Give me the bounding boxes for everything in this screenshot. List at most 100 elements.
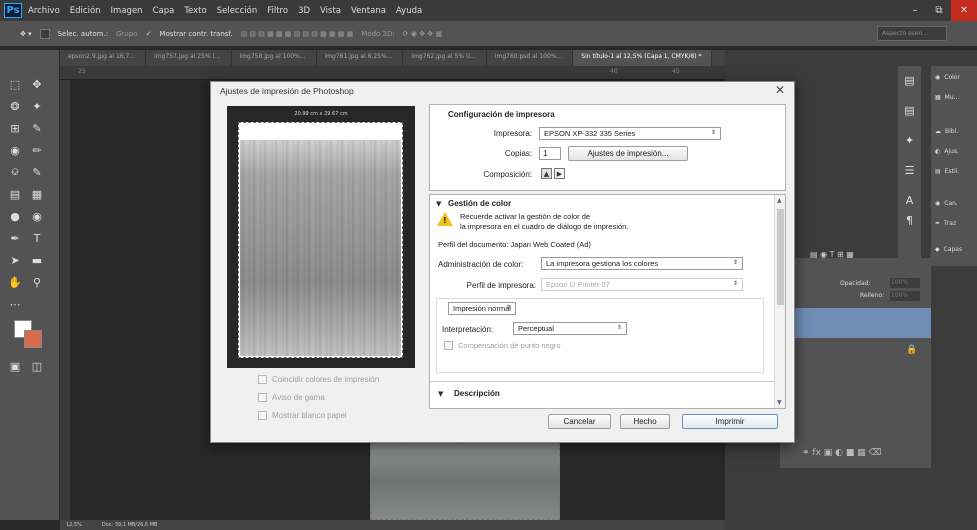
eraser-tool-icon[interactable]: ▤	[4, 184, 26, 204]
restore-button[interactable]: ⧉	[927, 0, 951, 21]
zoom-tool-icon[interactable]: ⚲	[26, 272, 48, 292]
healing-brush-icon[interactable]: ◉	[4, 140, 26, 160]
scroll-down-icon[interactable]: ▼	[777, 399, 782, 406]
menu-seleccion[interactable]: Selección	[217, 6, 258, 16]
match-colors-checkbox[interactable]	[258, 375, 267, 384]
menu-3d[interactable]: 3D	[298, 6, 310, 16]
print-button[interactable]: Imprimir	[682, 414, 778, 429]
auto-select-checkbox[interactable]	[39, 28, 50, 39]
panel-adjustments[interactable]: ◐ Ajus.	[935, 148, 959, 155]
workspace-search-input[interactable]: Aspecto esen...	[877, 26, 947, 41]
color-handling-select[interactable]: La impresora gestiona los colores ⇕	[541, 257, 743, 270]
doc-tab[interactable]: epson2.9.jpg al 16,7...	[60, 50, 147, 66]
paragraph-icon[interactable]: ¶	[898, 210, 921, 230]
path-selection-icon[interactable]: ➤	[4, 250, 26, 270]
3d-tools-icon[interactable]: ⟳ ◉ ✥ ✥ ▦	[403, 30, 442, 38]
cancel-button[interactable]: Cancelar	[548, 414, 611, 429]
quick-mask-icon[interactable]: ▣	[4, 356, 26, 376]
more-tools-icon[interactable]: ⋯	[4, 294, 26, 314]
move-tool-icon[interactable]: ✥	[26, 74, 48, 94]
magic-wand-icon[interactable]: ✦	[26, 96, 48, 116]
menu-texto[interactable]: Texto	[184, 6, 206, 16]
lasso-tool-icon[interactable]: ❂	[4, 96, 26, 116]
paper-white-option[interactable]: Mostrar blanco papel	[258, 411, 347, 420]
background-color-swatch[interactable]	[24, 330, 42, 348]
show-transform-checkbox-icon[interactable]: ✓	[146, 30, 152, 38]
done-button[interactable]: Hecho	[620, 414, 670, 429]
properties-icon[interactable]: ▤	[898, 100, 921, 120]
menu-ayuda[interactable]: Ayuda	[396, 6, 422, 16]
marquee-tool-icon[interactable]: ⬚	[4, 74, 26, 94]
blur-tool-icon[interactable]: ●	[4, 206, 26, 226]
print-settings-button[interactable]: Ajustes de impresión...	[568, 146, 688, 161]
menu-edicion[interactable]: Edición	[70, 6, 101, 16]
stamp-tool-icon[interactable]: ⎉	[4, 162, 26, 182]
screen-mode-icon[interactable]: ◫	[26, 356, 48, 376]
portrait-layout-icon[interactable]: ▲	[541, 168, 552, 179]
doc-tab[interactable]: img760.psd al 100%...	[487, 50, 574, 66]
panel-libraries[interactable]: ☁ Bibl.	[935, 128, 958, 135]
move-tool-icon[interactable]: ✥ ▾	[20, 30, 32, 38]
hand-tool-icon[interactable]: ✋	[4, 272, 26, 292]
eyedropper-icon[interactable]: ✎	[26, 118, 48, 138]
dodge-tool-icon[interactable]: ◉	[26, 206, 48, 226]
pen-tool-icon[interactable]: ✒	[4, 228, 26, 248]
gamut-warning-checkbox[interactable]	[258, 393, 267, 402]
panel-paths[interactable]: ✒ Traz	[935, 220, 956, 227]
doc-tab[interactable]: img762.jpg al 5% (I...	[403, 50, 487, 66]
auto-select-dropdown[interactable]: Grupo	[116, 30, 137, 38]
doc-tab-active[interactable]: Sin título-1 al 12,5% (Capa 1, CMYK/8) *	[573, 50, 713, 66]
menu-vista[interactable]: Vista	[320, 6, 341, 16]
intent-select[interactable]: Perceptual ⇕	[513, 322, 627, 335]
scroll-thumb[interactable]	[777, 209, 784, 305]
print-mode-select[interactable]: Impresión normal ⇕	[448, 302, 516, 315]
align-buttons-icon[interactable]: ▤ ▤ ▤ ▦ ▦ ▦ ▤ ▤ ▤ ▦ ▦ ▦ ▦	[241, 30, 354, 38]
black-point-option[interactable]: Compensación de punto negro	[444, 341, 561, 350]
layer-row[interactable]: 🔒	[780, 338, 931, 364]
black-point-checkbox[interactable]	[444, 341, 453, 350]
menu-archivo[interactable]: Archivo	[28, 6, 60, 16]
ruler-horizontal[interactable]: 25 40 45	[60, 66, 725, 80]
gradient-tool-icon[interactable]: ▦	[26, 184, 48, 204]
doc-tab[interactable]: img761.jpg al 6,25%...	[317, 50, 404, 66]
type-tool-icon[interactable]: T	[26, 228, 48, 248]
expand-arrow-icon[interactable]: ▼	[438, 390, 443, 398]
menu-capa[interactable]: Capa	[153, 6, 175, 16]
crop-tool-icon[interactable]: ⊞	[4, 118, 26, 138]
scroll-up-icon[interactable]: ▲	[777, 197, 782, 204]
minimize-button[interactable]: –	[903, 0, 927, 21]
landscape-layout-icon[interactable]: ▶	[554, 168, 565, 179]
rectangle-tool-icon[interactable]: ▬	[26, 250, 48, 270]
panel-swatches[interactable]: ▦ Mu...	[935, 94, 959, 101]
brush-preset-icon[interactable]: ✦	[898, 130, 921, 150]
printer-profile-select[interactable]: Epson IJ Printer 07 ⇕	[541, 278, 743, 291]
layer-actions-icons[interactable]: ⚭ fx ▣ ◐ ■ ▦ ⌫	[802, 448, 881, 458]
history-icon[interactable]: ▤	[898, 70, 921, 90]
layer-filter-icons[interactable]: ▤ ◉ T ⊞ ▦	[810, 250, 854, 259]
printer-select[interactable]: EPSON XP-332 335 Series ⇕	[539, 127, 721, 140]
copies-input[interactable]: 1	[539, 147, 561, 160]
history-brush-icon[interactable]: ✎	[26, 162, 48, 182]
menu-ventana[interactable]: Ventana	[351, 6, 386, 16]
fill-input[interactable]: 100%	[890, 291, 920, 301]
character-icon[interactable]: A	[898, 190, 921, 210]
doc-tab[interactable]: img758.jpg al 100%...	[232, 50, 317, 66]
zoom-level[interactable]: 12,5%	[66, 522, 82, 528]
collapse-arrow-icon[interactable]: ▼	[436, 200, 441, 208]
match-colors-option[interactable]: Coincidir colores de impresión	[258, 375, 379, 384]
layer-row-selected[interactable]	[780, 308, 931, 338]
gamut-warning-option[interactable]: Aviso de gama	[258, 393, 325, 402]
panel-styles[interactable]: ▤ Estil.	[935, 168, 959, 175]
adjust-icon[interactable]: ☰	[898, 160, 921, 180]
paper-white-checkbox[interactable]	[258, 411, 267, 420]
close-icon[interactable]: ✕	[775, 83, 785, 97]
brush-tool-icon[interactable]: ✏	[26, 140, 48, 160]
close-window-button[interactable]: ✕	[951, 0, 977, 21]
menu-filtro[interactable]: Filtro	[267, 6, 288, 16]
ruler-vertical[interactable]	[60, 80, 70, 520]
panel-channels[interactable]: ◉ Can.	[935, 200, 958, 207]
opacity-input[interactable]: 100%	[890, 278, 920, 288]
panel-color[interactable]: ◉ Color	[935, 74, 960, 81]
preview-paper[interactable]	[238, 122, 403, 358]
panel-layers[interactable]: ◆ Capas	[935, 246, 962, 253]
